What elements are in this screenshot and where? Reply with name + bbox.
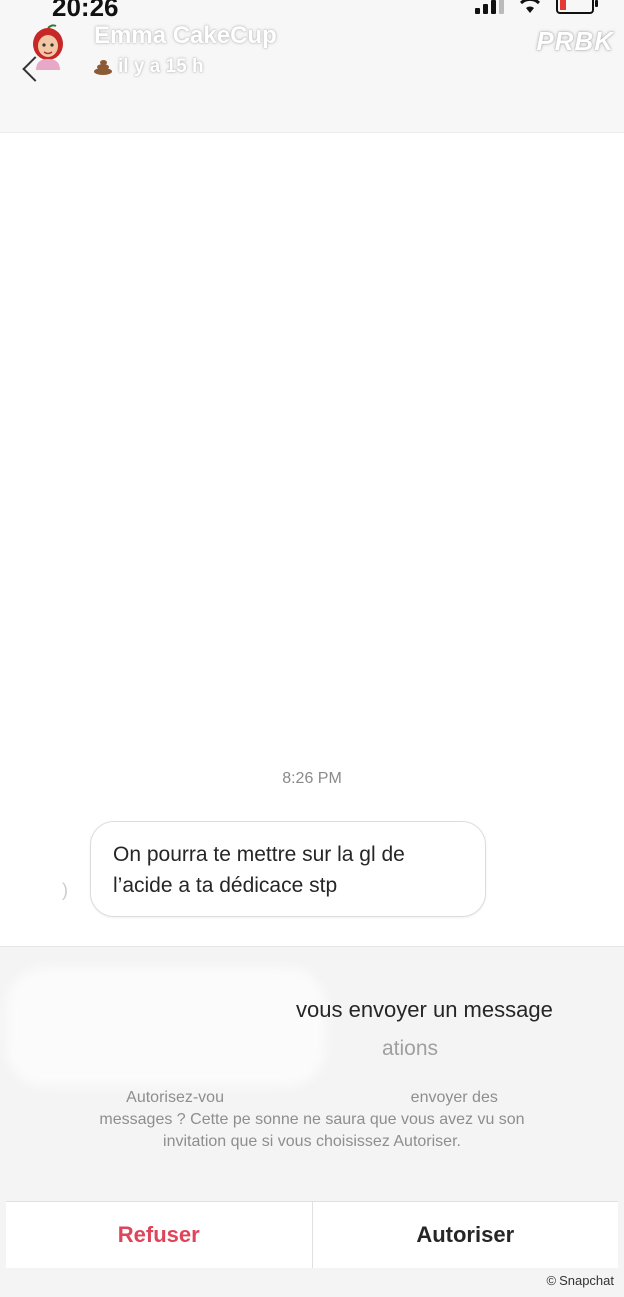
contact-name[interactable]: Emma CakeCup [94, 22, 277, 50]
refuse-button[interactable]: Refuser [6, 1202, 313, 1268]
bitmoji-avatar[interactable] [28, 24, 68, 70]
request-body-line-2: messages ? Cette pe sonne ne saura que v… [99, 1111, 525, 1128]
copyright-icon: © [546, 1273, 557, 1288]
request-body-line-1: Autorisez-vou envoyer des [126, 1089, 498, 1106]
watermark-logo: PRBK [536, 26, 614, 56]
signal-icon [475, 0, 504, 14]
message-line-1: On pourra te mettre sur la gl de [113, 843, 405, 866]
message-request-panel: vous envoyer un message ations Autorisez… [0, 946, 624, 1297]
request-description: Autorisez-vou envoyer des messages ? Cet… [40, 1087, 584, 1153]
message-line-2: l’acide a ta dédicace stp [113, 874, 338, 897]
allow-button[interactable]: Autoriser [312, 1202, 618, 1268]
message-timestamp: 8:26 PM [282, 770, 342, 787]
side-mark: ) [62, 880, 68, 900]
redaction-smudge [6, 967, 326, 1087]
presence-text: il y a 15 h [118, 56, 204, 77]
request-body-line-3: invitation que si vous choisissez Autori… [163, 1133, 461, 1150]
snapchat-credit: © Snapchat [546, 1273, 614, 1288]
status-icons [475, 0, 598, 14]
presence-row: il y a 15 h [94, 56, 204, 78]
wifi-icon [519, 0, 541, 13]
request-actions: Refuser Autoriser [6, 1201, 618, 1268]
request-title: vous envoyer un message [296, 997, 553, 1022]
credit-text: Snapchat [559, 1273, 614, 1288]
request-subtitle: ations [382, 1037, 439, 1060]
poop-emoji-icon [94, 59, 112, 75]
battery-icon [556, 0, 598, 14]
status-time: 20:26 [52, 0, 119, 22]
message-bubble[interactable]: On pourra te mettre sur la gl de l’acide… [90, 821, 486, 917]
chat-header: 20:26 Emma CakeCup il y a 15 h PRBK [0, 0, 624, 133]
